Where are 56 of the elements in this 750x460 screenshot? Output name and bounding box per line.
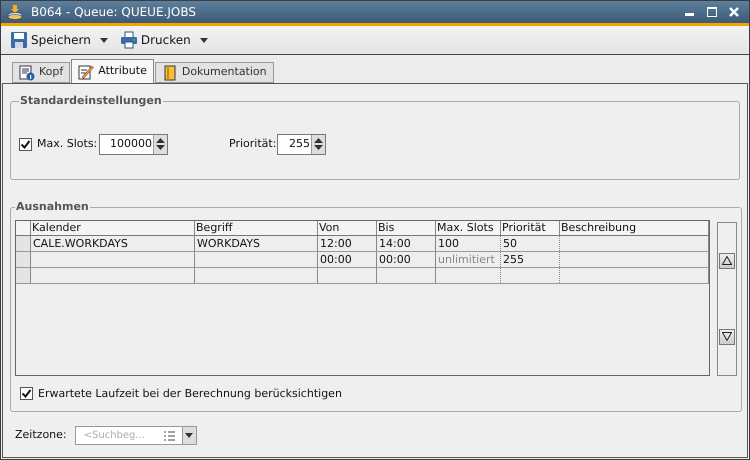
table-cell: unlimitiert [436, 252, 501, 266]
checkbox-label: Erwartete Laufzeit bei der Berechnung berücksichtigen [38, 386, 342, 402]
tab[interactable]: Attribute [71, 59, 154, 83]
move-up-button[interactable] [719, 252, 735, 268]
list-icon[interactable] [164, 430, 175, 440]
stack-icon [7, 4, 23, 20]
timezone-combobox[interactable]: <Suchbeg... [74, 426, 197, 445]
column-header[interactable]: Max. Slots [436, 220, 501, 234]
toolbar-button[interactable]: Speichern [10, 31, 108, 49]
row-header[interactable] [16, 236, 31, 250]
column-header[interactable]: Kalender [31, 220, 195, 234]
move-down-button[interactable] [719, 328, 735, 344]
checkbox[interactable] [20, 387, 33, 400]
spin-down-icon[interactable] [156, 145, 165, 150]
group-title: Standardeinstellungen [19, 93, 163, 109]
field-label: Max. Slots: [37, 136, 98, 152]
dropdown-arrow-icon[interactable] [185, 433, 194, 438]
book-icon [162, 64, 178, 80]
column-header[interactable]: Priorität [501, 220, 560, 234]
priority-spinner[interactable]: 255 [277, 134, 326, 154]
maximize-icon[interactable] [707, 7, 717, 17]
table-cell: 14:00 [377, 236, 436, 250]
printer-icon [120, 31, 138, 49]
row-header[interactable] [16, 252, 31, 266]
spin-up-icon[interactable] [156, 138, 165, 143]
tab[interactable]: Dokumentation [154, 62, 274, 83]
spin-down-icon[interactable] [314, 145, 323, 150]
triangle-up-icon [722, 256, 732, 265]
row-header[interactable] [16, 268, 31, 282]
table-cell: 100 [436, 236, 501, 250]
pencil-document-icon [78, 64, 94, 80]
table-cell: WORKDAYS [195, 236, 318, 250]
field-label: Priorität: [229, 136, 277, 152]
column-header[interactable]: Von [318, 220, 377, 234]
table-cell: 00:00 [377, 252, 436, 266]
checkbox[interactable] [19, 138, 32, 150]
tab[interactable]: Kopf [12, 62, 70, 83]
triangle-down-icon [722, 332, 732, 341]
max-slots-spinner[interactable]: 100000 [99, 134, 168, 154]
field-label: Zeitzone: [15, 427, 67, 444]
spin-up-icon[interactable] [314, 138, 323, 143]
table-cell: 00:00 [318, 252, 377, 266]
column-header[interactable]: Beschreibung [560, 220, 709, 234]
table-cell: 12:00 [318, 236, 377, 250]
table-cell: 255 [501, 252, 560, 266]
toolbar-button[interactable]: Drucken [120, 31, 208, 49]
window-title: B064 - Queue: QUEUE.JOBS [31, 4, 196, 21]
document-info-icon [19, 64, 35, 80]
column-header[interactable]: Bis [377, 220, 436, 234]
caret-icon[interactable] [200, 38, 208, 42]
column-header[interactable]: Begriff [195, 220, 318, 234]
table-cell: 50 [501, 236, 560, 250]
table-cell: CALE.WORKDAYS [31, 236, 195, 250]
caret-icon[interactable] [100, 38, 108, 42]
group-title: Ausnahmen [15, 199, 90, 215]
close-icon[interactable] [729, 7, 739, 17]
